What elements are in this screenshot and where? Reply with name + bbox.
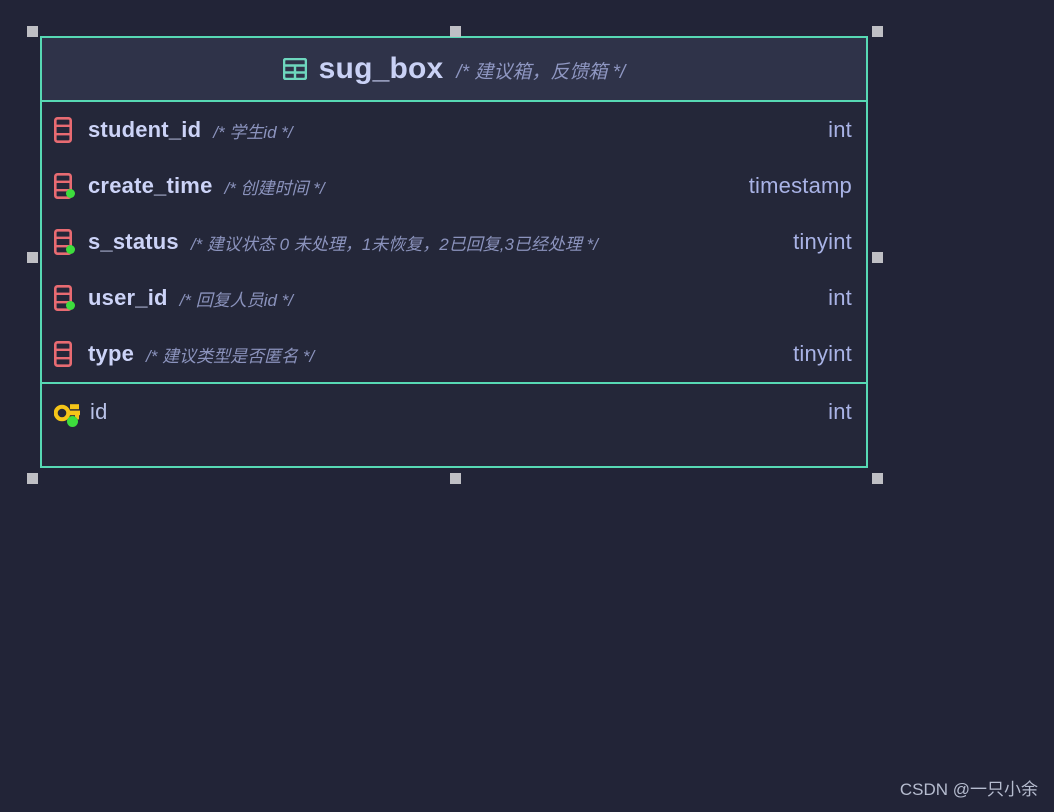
column-icon (54, 227, 80, 257)
nullable-indicator-dot (67, 416, 78, 427)
table-row[interactable]: s_status /* 建议状态 0 未处理，1未恢复，2已回复,3已经处理 *… (42, 214, 866, 270)
table-comment: /* 建议箱，反馈箱 */ (456, 62, 626, 83)
selection-handle-bottom-left[interactable] (27, 473, 38, 484)
column-list: student_id /* 学生id */ int create_time /*… (42, 102, 866, 382)
table-header[interactable]: sug_box /* 建议箱，反馈箱 */ (42, 38, 866, 102)
column-comment: /* 创建时间 */ (224, 178, 325, 198)
primary-key-type: int (828, 399, 852, 424)
column-comment: /* 回复人员id */ (179, 290, 294, 310)
table-row[interactable]: create_time /* 创建时间 */ timestamp (42, 158, 866, 214)
selection-handle-middle-right[interactable] (872, 252, 883, 263)
table-name: sug_box (318, 52, 444, 85)
column-name: student_id (88, 117, 202, 142)
nullable-indicator-dot (66, 189, 75, 198)
column-icon (54, 171, 80, 201)
table-row[interactable]: student_id /* 学生id */ int (42, 102, 866, 158)
table-row[interactable]: user_id /* 回复人员id */ int (42, 270, 866, 326)
column-type: tinyint (793, 229, 852, 254)
column-name: create_time (88, 173, 213, 198)
selection-handle-bottom-center[interactable] (450, 473, 461, 484)
selection-handle-top-left[interactable] (27, 26, 38, 37)
table-title-group: sug_box /* 建议箱，反馈箱 */ (282, 52, 626, 86)
column-comment: /* 建议类型是否匿名 */ (146, 346, 315, 366)
column-name: s_status (88, 229, 179, 254)
nullable-indicator-dot (66, 301, 75, 310)
selection-handle-bottom-right[interactable] (872, 473, 883, 484)
column-icon (54, 115, 80, 145)
column-name: type (88, 341, 135, 366)
nullable-indicator-dot (66, 245, 75, 254)
table-grid-icon (282, 58, 307, 80)
column-icon (54, 339, 80, 369)
column-name: user_id (88, 285, 168, 310)
column-type: timestamp (748, 173, 852, 198)
column-type: tinyint (793, 341, 852, 366)
column-comment: /* 建议状态 0 未处理，1未恢复，2已回复,3已经处理 */ (190, 234, 598, 254)
primary-key-icon (54, 397, 84, 427)
primary-key-name: id (90, 399, 108, 424)
column-type: int (828, 285, 852, 310)
selection-handle-top-center[interactable] (450, 26, 461, 37)
column-type: int (828, 117, 852, 142)
selection-handle-middle-left[interactable] (27, 252, 38, 263)
table-row[interactable]: type /* 建议类型是否匿名 */ tinyint (42, 326, 866, 382)
watermark: CSDN @一只小余 (899, 780, 1038, 799)
column-comment: /* 学生id */ (213, 122, 293, 142)
primary-key-row[interactable]: id int (42, 384, 866, 440)
table-node-sug-box[interactable]: sug_box /* 建议箱，反馈箱 */ student_id /* 学生id… (40, 36, 868, 468)
column-icon (54, 283, 80, 313)
selection-handle-top-right[interactable] (872, 26, 883, 37)
